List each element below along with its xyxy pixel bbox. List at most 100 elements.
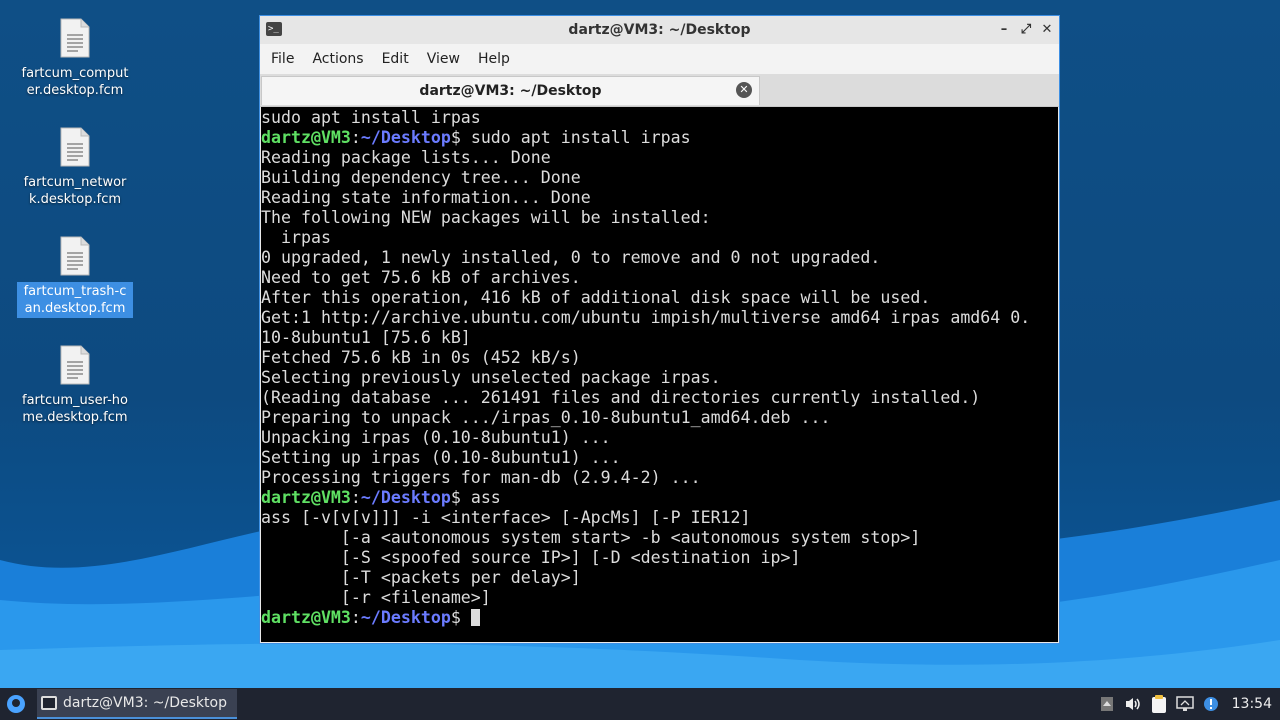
- terminal-command: ass: [470, 488, 501, 507]
- clipboard-icon[interactable]: [1148, 693, 1170, 715]
- terminal-prompt-line: dartz@VM3:~/Desktop$: [261, 608, 1058, 628]
- terminal-cursor: [470, 609, 480, 626]
- prompt-dollar: $: [450, 608, 471, 627]
- terminal-text: [-T <packets per delay>]: [261, 568, 581, 587]
- terminal-text: 0 upgraded, 1 newly installed, 0 to remo…: [261, 248, 881, 267]
- terminal-output-line: 10-8ubuntu1 [75.6 kB]: [261, 328, 1058, 348]
- desktop-icon-label: fartcum_network.desktop.fcm: [23, 175, 127, 207]
- terminal-output-line: Setting up irpas (0.10-8ubuntu1) ...: [261, 448, 1058, 468]
- terminal-output-line: [-S <spoofed source IP>] [-D <destinatio…: [261, 548, 1058, 568]
- taskbar-item-terminal[interactable]: dartz@VM3: ~/Desktop: [37, 689, 237, 719]
- desktop-icon-label: fartcum_user-home.desktop.fcm: [22, 393, 128, 425]
- clock: 13:54: [1231, 696, 1272, 712]
- terminal-lines: sudo apt install irpas dartz@VM3:~/Deskto…: [261, 108, 1058, 628]
- terminal-command: sudo apt install irpas: [470, 128, 691, 147]
- prompt-dollar: $: [450, 128, 471, 147]
- terminal-text: (Reading database ... 261491 files and d…: [261, 388, 981, 407]
- prompt-user: dartz@VM3: [261, 128, 351, 147]
- menu-bar: File Actions Edit View Help: [260, 44, 1059, 74]
- document-icon: [60, 127, 90, 167]
- terminal-text: 10-8ubuntu1 [75.6 kB]: [261, 328, 471, 347]
- system-tray: 13:54: [1094, 688, 1280, 720]
- terminal-output-line: Reading package lists... Done: [261, 148, 1058, 168]
- desktop-icon-computer[interactable]: fartcum_computer.desktop.fcm: [17, 18, 133, 100]
- prompt-path: ~/Desktop: [360, 608, 451, 627]
- window-titlebar[interactable]: >_ dartz@VM3: ~/Desktop – ⤢ ✕: [260, 16, 1059, 44]
- terminal-prompt-line: dartz@VM3:~/Desktop$ sudo apt install ir…: [261, 128, 1058, 148]
- desktop-icon-user-home[interactable]: fartcum_user-home.desktop.fcm: [17, 345, 133, 427]
- menu-view[interactable]: View: [420, 51, 467, 67]
- terminal-text: [-a <autonomous system start> -b <autono…: [261, 528, 921, 547]
- terminal-output-line: Building dependency tree... Done: [261, 168, 1058, 188]
- update-notification-icon[interactable]: [1200, 693, 1222, 715]
- terminal-text: [-r <filename>]: [261, 588, 491, 607]
- terminal-text: irpas: [261, 228, 331, 247]
- terminal-icon: >_: [266, 22, 282, 36]
- minimize-button[interactable]: –: [995, 21, 1013, 39]
- prompt-dollar: $: [450, 488, 471, 507]
- prompt-colon: :: [350, 488, 361, 507]
- terminal-output-line: Preparing to unpack .../irpas_0.10-8ubun…: [261, 408, 1058, 428]
- terminal-prompt-line: dartz@VM3:~/Desktop$ ass: [261, 488, 1058, 508]
- terminal-output-line: irpas: [261, 228, 1058, 248]
- terminal-output-line: Get:1 http://archive.ubuntu.com/ubuntu i…: [261, 308, 1058, 328]
- terminal-text: sudo apt install irpas: [261, 108, 481, 127]
- prompt-colon: :: [350, 608, 361, 627]
- window-title: dartz@VM3: ~/Desktop: [568, 22, 751, 38]
- terminal-text: [-S <spoofed source IP>] [-D <destinatio…: [261, 548, 801, 567]
- desktop-icon-network[interactable]: fartcum_network.desktop.fcm: [17, 127, 133, 209]
- document-icon: [60, 236, 90, 276]
- desktop-icon-trash-can[interactable]: fartcum_trash-can.desktop.fcm: [17, 236, 133, 318]
- tab-label: dartz@VM3: ~/Desktop: [419, 83, 602, 99]
- terminal-text: Fetched 75.6 kB in 0s (452 kB/s): [261, 348, 581, 367]
- terminal-text: Reading package lists... Done: [261, 148, 551, 167]
- terminal-output-line: Reading state information... Done: [261, 188, 1058, 208]
- prompt-user: dartz@VM3: [261, 608, 351, 627]
- taskbar: dartz@VM3: ~/Desktop 13:54: [0, 688, 1280, 720]
- terminal-output-line: Unpacking irpas (0.10-8ubuntu1) ...: [261, 428, 1058, 448]
- prompt-user: dartz@VM3: [261, 488, 351, 507]
- tray-up-icon[interactable]: [1096, 693, 1118, 715]
- terminal-output-line: The following NEW packages will be insta…: [261, 208, 1058, 228]
- terminal-text: ass [-v[v[v]]] -i <interface> [-ApcMs] […: [261, 508, 751, 527]
- terminal-text: Need to get 75.6 kB of archives.: [261, 268, 581, 287]
- menu-edit[interactable]: Edit: [375, 51, 416, 67]
- terminal-output-line: sudo apt install irpas: [261, 108, 1058, 128]
- taskbar-item-label: dartz@VM3: ~/Desktop: [63, 695, 227, 711]
- document-icon: [60, 18, 90, 58]
- terminal-text: Setting up irpas (0.10-8ubuntu1) ...: [261, 448, 621, 467]
- prompt-path: ~/Desktop: [360, 128, 451, 147]
- terminal-text: Selecting previously unselected package …: [261, 368, 721, 387]
- prompt-path: ~/Desktop: [360, 488, 451, 507]
- desktop-icon-label: fartcum_computer.desktop.fcm: [21, 66, 129, 98]
- terminal-output-line: (Reading database ... 261491 files and d…: [261, 388, 1058, 408]
- start-menu-button[interactable]: [1, 689, 31, 719]
- terminal-output-line: [-r <filename>]: [261, 588, 1058, 608]
- terminal-text: Building dependency tree... Done: [261, 168, 581, 187]
- menu-help[interactable]: Help: [471, 51, 517, 67]
- tab-bar: dartz@VM3: ~/Desktop ✕: [260, 74, 1059, 107]
- terminal-output-line: [-a <autonomous system start> -b <autono…: [261, 528, 1058, 548]
- terminal-output-line: Need to get 75.6 kB of archives.: [261, 268, 1058, 288]
- terminal-output-line: Selecting previously unselected package …: [261, 368, 1058, 388]
- tab-close-icon[interactable]: ✕: [736, 82, 752, 98]
- terminal-output-line: Processing triggers for man-db (2.9.4-2)…: [261, 468, 1058, 488]
- terminal-text: Processing triggers for man-db (2.9.4-2)…: [261, 468, 701, 487]
- terminal-text: The following NEW packages will be insta…: [261, 208, 711, 227]
- terminal-text: Get:1 http://archive.ubuntu.com/ubuntu i…: [261, 308, 1031, 327]
- terminal-text: After this operation, 416 kB of addition…: [261, 288, 931, 307]
- terminal-text: Reading state information... Done: [261, 188, 591, 207]
- menu-actions[interactable]: Actions: [305, 51, 370, 67]
- terminal-output[interactable]: sudo apt install irpas dartz@VM3:~/Deskto…: [261, 107, 1058, 642]
- volume-icon[interactable]: [1122, 693, 1144, 715]
- terminal-output-line: [-T <packets per delay>]: [261, 568, 1058, 588]
- prompt-colon: :: [350, 128, 361, 147]
- terminal-text: Unpacking irpas (0.10-8ubuntu1) ...: [261, 428, 611, 447]
- menu-file[interactable]: File: [264, 51, 301, 67]
- tab-terminal[interactable]: dartz@VM3: ~/Desktop ✕: [261, 76, 760, 105]
- terminal-window: >_ dartz@VM3: ~/Desktop – ⤢ ✕ File Actio…: [259, 15, 1060, 644]
- network-icon[interactable]: [1174, 693, 1196, 715]
- document-icon: [60, 345, 90, 385]
- close-button[interactable]: ✕: [1038, 21, 1056, 39]
- maximize-button[interactable]: ⤢: [1017, 21, 1035, 39]
